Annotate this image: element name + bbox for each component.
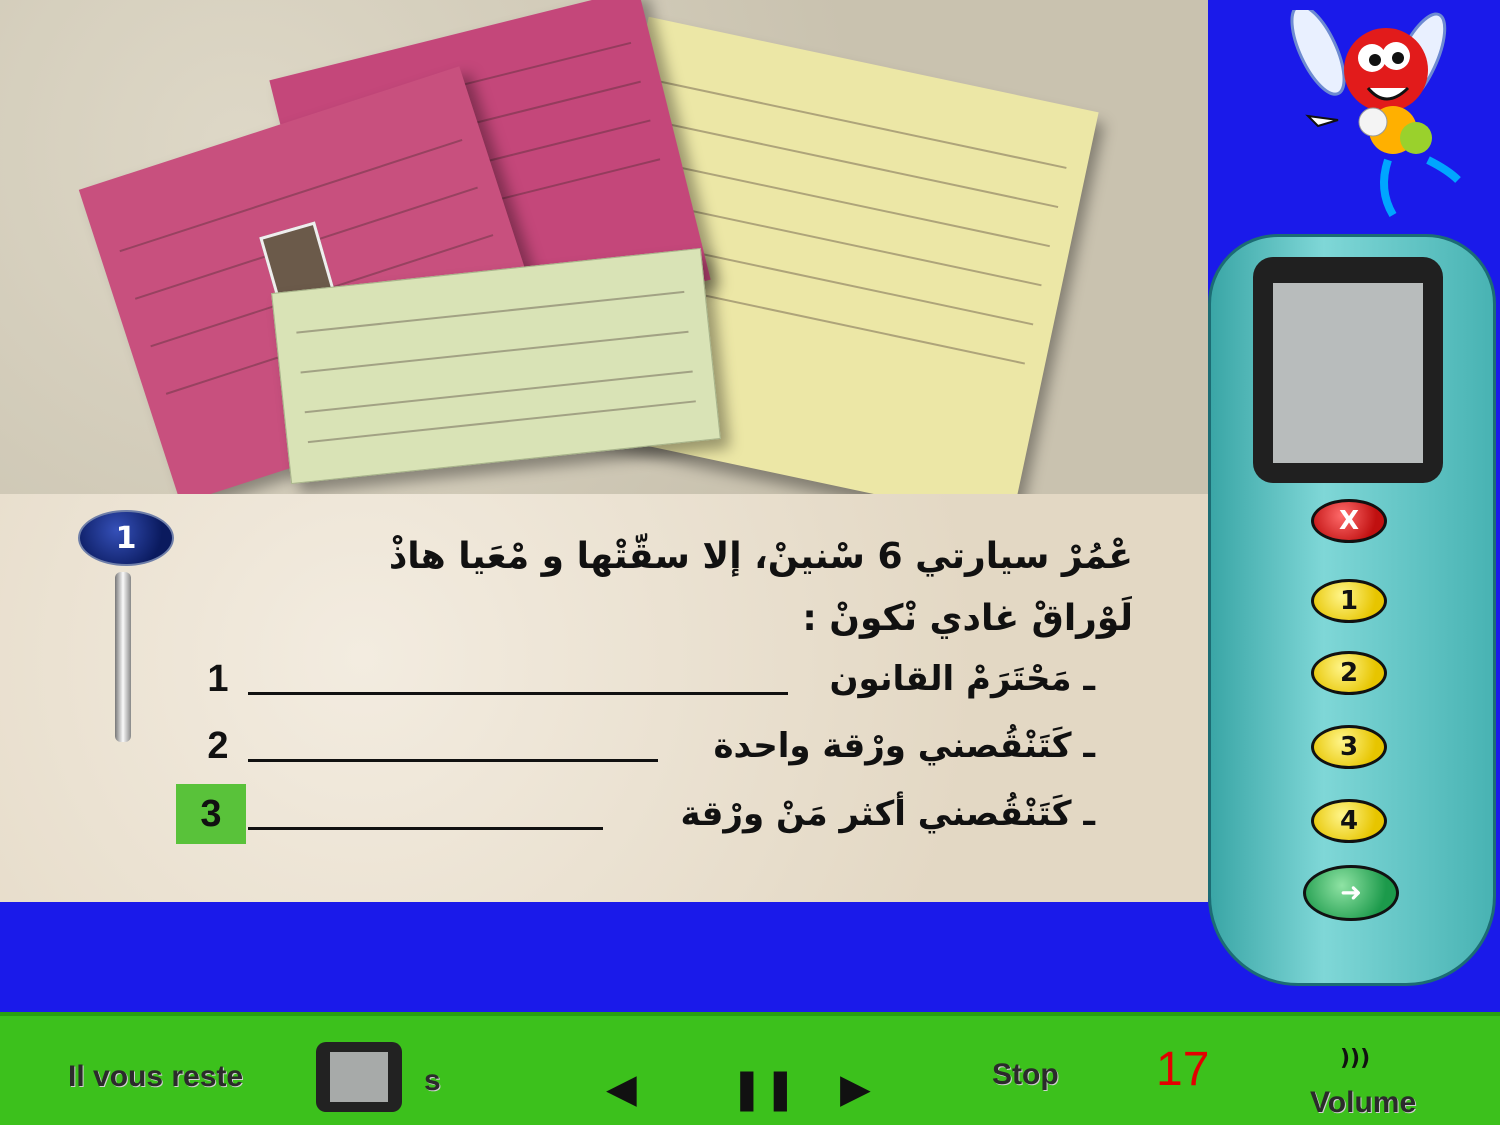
answer-label: ـ كَتَنْقُصني ورْقة واحدة [713, 726, 1095, 766]
timer-display [316, 1042, 402, 1112]
question-text-line-1: عْمُرْ سيارتي 6 سْنينْ، إلا سقّتْها و مْ… [388, 536, 1133, 577]
question-counter: 17 [1156, 1043, 1210, 1096]
next-button[interactable]: ▶ [840, 1066, 871, 1112]
answer-blank-line [248, 759, 658, 762]
answer-number: 1 [207, 657, 229, 700]
stop-button[interactable]: Stop [992, 1058, 1059, 1092]
answer-option-1[interactable]: 1 ـ مَحْتَرَمْ القانون [190, 649, 1095, 709]
remote-control: X 1 2 3 4 ➜ [1208, 234, 1496, 986]
next-question-button[interactable]: ➜ [1303, 865, 1399, 921]
time-remaining-label: Il vous reste [68, 1060, 244, 1093]
cartoon-fly-mascot-icon [1290, 10, 1461, 218]
blue-strip [0, 902, 1208, 1012]
answer-blank-line [248, 692, 788, 695]
question-progress-bar [115, 572, 131, 742]
previous-button[interactable]: ◀ [606, 1066, 637, 1112]
speaker-waves-icon[interactable]: ))) [1340, 1046, 1370, 1071]
answer-4-button[interactable]: 4 [1311, 799, 1387, 843]
remote-screen-display [1273, 283, 1423, 463]
answer-blank-line [248, 827, 603, 830]
answer-number-selected: 3 [176, 784, 246, 844]
answer-number: 2 [207, 724, 229, 767]
answer-label: ـ كَتَنْقُصني أكثر مَنْ ورْقة [680, 794, 1095, 834]
answer-option-2[interactable]: 2 ـ كَتَنْقُصني ورْقة واحدة [190, 716, 1095, 776]
answer-2-button[interactable]: 2 [1311, 651, 1387, 695]
document-photo [0, 0, 1208, 494]
question-number-badge: 1 [78, 510, 174, 566]
remote-panel: X 1 2 3 4 ➜ [1208, 0, 1500, 1010]
answer-label: ـ مَحْتَرَمْ القانون [829, 659, 1095, 699]
close-icon: X [1338, 506, 1360, 536]
bottom-control-bar: Il vous reste s ◀ ❚❚ ▶ Stop 17 ))) Volum… [0, 1012, 1500, 1125]
seconds-unit-label: s [424, 1064, 441, 1097]
question-text-line-2: لَوْراقْ غادي نْكونْ : [802, 598, 1133, 639]
remote-screen [1253, 257, 1443, 483]
question-panel: 1 عْمُرْ سيارتي 6 سْنينْ، إلا سقّتْها و … [0, 494, 1208, 902]
answer-option-3[interactable]: 3 ـ كَتَنْقُصني أكثر مَنْ ورْقة [176, 784, 1095, 844]
volume-button[interactable]: Volume [1310, 1086, 1416, 1120]
answer-1-button[interactable]: 1 [1311, 579, 1387, 623]
answer-3-button[interactable]: 3 [1311, 725, 1387, 769]
pause-button[interactable]: ❚❚ [730, 1066, 797, 1112]
question-text: عْمُرْ سيارتي 6 سْنينْ، إلا سقّتْها و مْ… [273, 526, 1133, 650]
arrow-right-icon: ➜ [1340, 878, 1362, 908]
cancel-button[interactable]: X [1311, 499, 1387, 543]
